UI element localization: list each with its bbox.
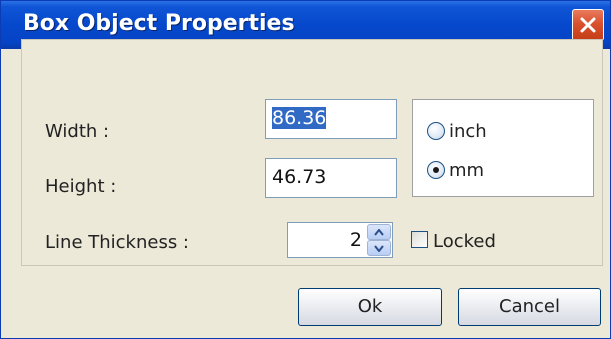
height-field[interactable]: 46.73 xyxy=(265,158,397,198)
line-thickness-value: 2 xyxy=(349,229,362,251)
radio-inch-label: inch xyxy=(449,121,487,142)
line-thickness-label: Line Thickness : xyxy=(45,232,189,253)
radio-mm-label: mm xyxy=(449,160,485,181)
height-label: Height : xyxy=(45,176,117,197)
radio-inch-circle[interactable] xyxy=(427,122,445,140)
cancel-button[interactable]: Cancel xyxy=(458,288,601,326)
height-value: 46.73 xyxy=(272,166,327,188)
locked-checkbox[interactable] xyxy=(411,231,428,248)
dialog-window: Box Object Properties Width : 86.36 Heig… xyxy=(0,0,611,339)
spin-down-button[interactable] xyxy=(367,240,391,256)
width-value: 86.36 xyxy=(272,107,327,129)
spin-up-button[interactable] xyxy=(367,224,391,240)
radio-mm-circle[interactable] xyxy=(427,161,445,179)
locked-label: Locked xyxy=(433,231,496,252)
width-field[interactable]: 86.36 xyxy=(265,99,397,139)
dialog-title: Box Object Properties xyxy=(23,11,295,36)
spin-buttons xyxy=(367,224,391,256)
unit-group: inch mm xyxy=(412,99,594,197)
ok-button[interactable]: Ok xyxy=(298,288,442,326)
line-thickness-stepper[interactable]: 2 xyxy=(287,222,393,258)
close-button[interactable] xyxy=(572,9,604,41)
width-label: Width : xyxy=(45,121,110,142)
